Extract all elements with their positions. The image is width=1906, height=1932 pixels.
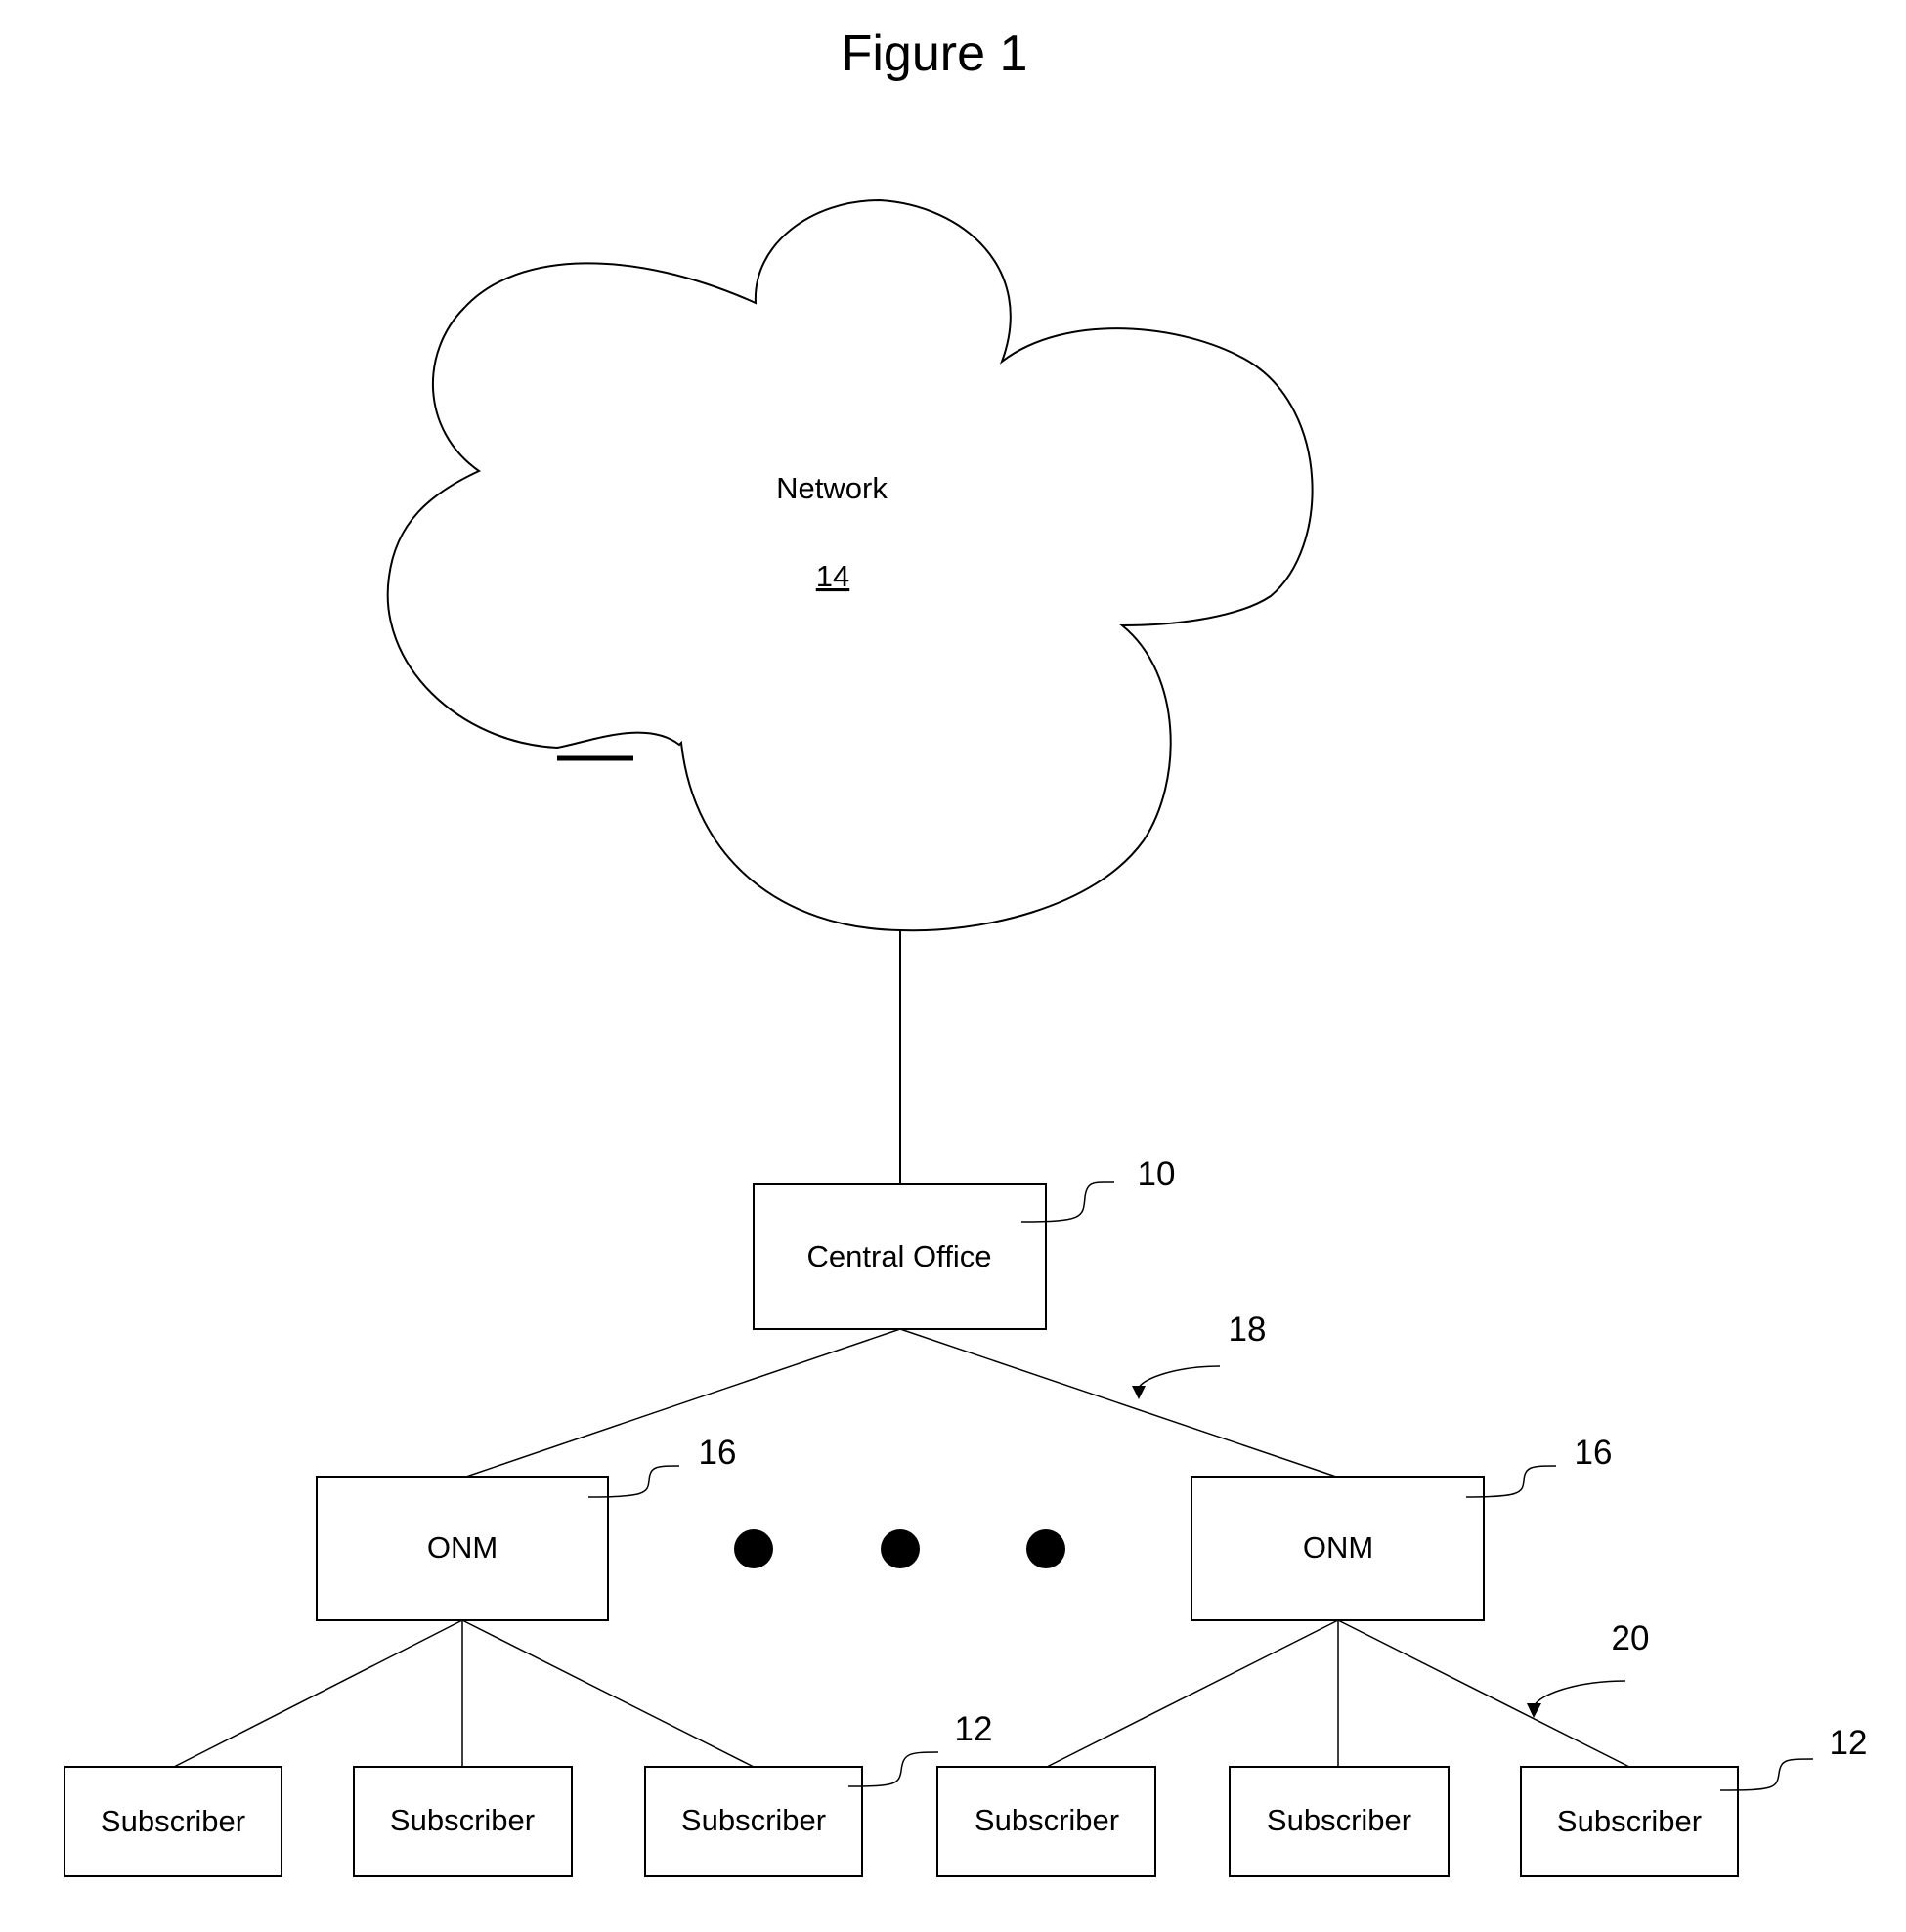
- network-diagram: Figure 1 Network 14 Central Office 10 18…: [64, 25, 1868, 1877]
- subscriber-label: Subscriber: [975, 1803, 1119, 1837]
- arrowhead-18: [1132, 1386, 1146, 1399]
- network-cloud: [386, 198, 1314, 932]
- subscriber-label: Subscriber: [1267, 1803, 1411, 1837]
- central-office-ref: 10: [1138, 1155, 1176, 1193]
- onm-node-right[interactable]: ONM: [1191, 1476, 1485, 1621]
- onm-ref-left: 16: [699, 1434, 737, 1472]
- central-office-node[interactable]: Central Office: [753, 1183, 1047, 1330]
- ellipsis-dot: [881, 1529, 920, 1568]
- onm-to-subscriber-link: [1337, 1619, 1630, 1768]
- onm-ref-right: 16: [1575, 1434, 1613, 1472]
- network-label: Network: [776, 471, 888, 505]
- onm-node-left[interactable]: ONM: [316, 1476, 609, 1621]
- co-to-onm-left-link: [465, 1328, 901, 1478]
- link-ref-20: 20: [1612, 1619, 1650, 1657]
- subscriber-ref-left: 12: [955, 1710, 993, 1748]
- central-office-label: Central Office: [807, 1239, 992, 1273]
- subscriber-node[interactable]: Subscriber: [644, 1766, 863, 1877]
- leader-arrow-20: [1534, 1680, 1626, 1706]
- figure-title: Figure 1: [842, 25, 1028, 82]
- subscriber-node[interactable]: Subscriber: [353, 1766, 573, 1877]
- subscriber-label: Subscriber: [1557, 1804, 1702, 1838]
- subscriber-label: Subscriber: [390, 1803, 535, 1837]
- co-to-onm-right-link: [899, 1328, 1337, 1478]
- subscriber-node[interactable]: Subscriber: [64, 1766, 282, 1877]
- subscriber-node[interactable]: Subscriber: [1229, 1766, 1450, 1877]
- link-ref-18: 18: [1229, 1310, 1267, 1349]
- leader-arrow-18: [1138, 1365, 1221, 1389]
- onm-label: ONM: [427, 1530, 498, 1565]
- ellipsis-dot: [1026, 1529, 1065, 1568]
- subscriber-label: Subscriber: [681, 1803, 826, 1837]
- onm-to-subscriber-link: [1046, 1619, 1339, 1768]
- onm-to-subscriber-link: [173, 1619, 463, 1768]
- subscriber-node[interactable]: Subscriber: [936, 1766, 1156, 1877]
- onm-to-subscriber-link: [461, 1619, 755, 1768]
- subscriber-label: Subscriber: [101, 1804, 245, 1838]
- network-ref: 14: [816, 559, 849, 593]
- onm-label: ONM: [1303, 1530, 1373, 1565]
- subscriber-node[interactable]: Subscriber: [1520, 1766, 1739, 1877]
- ellipsis-dot: [734, 1529, 773, 1568]
- subscriber-ref-right: 12: [1830, 1724, 1868, 1762]
